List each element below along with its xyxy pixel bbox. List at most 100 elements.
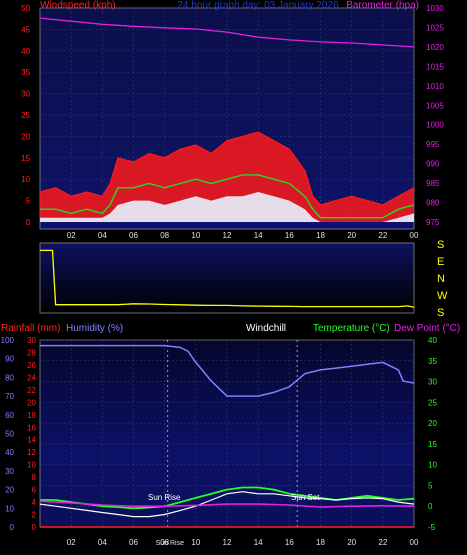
windspeed-tick-label: 25: [21, 111, 30, 120]
temperature-tick-label: 40: [428, 336, 437, 345]
direction-label: N: [437, 273, 445, 285]
windspeed-tick-label: 20: [21, 132, 30, 141]
x-tick-label: 18: [316, 231, 325, 240]
x-tick-label: 06: [129, 538, 138, 547]
rainfall-tick-label: 20: [27, 398, 36, 407]
barometer-tick-label: 1020: [426, 43, 444, 52]
x-tick-label: 04: [98, 231, 107, 240]
rainfall-tick-label: 28: [27, 348, 36, 357]
barometer-tick-label: 1010: [426, 82, 444, 91]
humidity-tick-label: 50: [5, 430, 14, 439]
temperature-tick-label: 10: [428, 461, 437, 470]
x-tick-label: 08: [160, 231, 169, 240]
windspeed-tick-label: 35: [21, 68, 30, 77]
windspeed-tick-label: 40: [21, 47, 30, 56]
barometer-axis-label: Barometer (hpa): [346, 0, 419, 11]
direction-label: S: [437, 307, 444, 319]
rainfall-tick-label: 10: [27, 461, 36, 470]
direction-label: S: [437, 239, 444, 251]
panel2-background: [39, 242, 415, 314]
windchill-axis-label: Windchill: [246, 323, 286, 334]
x-tick-label: 14: [254, 538, 263, 547]
humidity-tick-label: 30: [5, 467, 14, 476]
windspeed-tick-label: 15: [21, 154, 30, 163]
rainfall-tick-label: 6: [32, 486, 37, 495]
x-tick-label: 12: [223, 538, 232, 547]
x-tick-label: 18: [316, 538, 325, 547]
temperature-tick-label: 0: [428, 502, 433, 511]
rainfall-tick-label: 16: [27, 423, 36, 432]
barometer-tick-label: 1015: [426, 62, 444, 71]
rainfall-tick-label: 2: [32, 511, 37, 520]
rainfall-tick-label: 12: [27, 448, 36, 457]
rainfall-tick-label: 18: [27, 411, 36, 420]
x-tick-label: 10: [191, 538, 200, 547]
temperature-tick-label: 30: [428, 378, 437, 387]
humidity-tick-label: 60: [5, 411, 14, 420]
x-tick-label: 14: [254, 231, 263, 240]
humidity-tick-label: 0: [10, 523, 15, 532]
temperature-tick-label: -5: [428, 523, 436, 532]
temperature-axis-label: Temperature (°C): [313, 323, 390, 334]
barometer-tick-label: 990: [426, 160, 440, 169]
x-tick-label: 08: [160, 538, 169, 547]
humidity-tick-label: 90: [5, 355, 14, 364]
x-tick-label: 02: [67, 538, 76, 547]
temperature-tick-label: 35: [428, 357, 437, 366]
humidity-tick-label: 20: [5, 486, 14, 495]
humidity-tick-label: 10: [5, 504, 14, 513]
windspeed-tick-label: 10: [21, 175, 30, 184]
barometer-tick-label: 1025: [426, 23, 444, 32]
x-tick-label: 20: [347, 231, 356, 240]
temperature-tick-label: 5: [428, 481, 433, 490]
x-tick-label: 12: [223, 231, 232, 240]
direction-label: W: [437, 290, 448, 302]
barometer-tick-label: 985: [426, 179, 440, 188]
humidity-tick-label: 40: [5, 448, 14, 457]
temperature-tick-label: 25: [428, 398, 437, 407]
chart-title: 24 hour graph day: 03 January 2026: [177, 0, 339, 11]
dewpoint-axis-label: Dew Point (°C): [394, 323, 460, 334]
humidity-tick-label: 80: [5, 373, 14, 382]
x-tick-label: 16: [285, 231, 294, 240]
x-tick-label: 10: [191, 231, 200, 240]
windspeed-tick-label: 50: [21, 4, 30, 13]
sunrise-annotation: Sun Rise: [148, 493, 181, 502]
x-tick-label: 16: [285, 538, 294, 547]
windspeed-tick-label: 5: [26, 197, 31, 206]
barometer-tick-label: 1000: [426, 121, 444, 130]
barometer-tick-label: 1005: [426, 101, 444, 110]
rainfall-tick-label: 30: [27, 336, 36, 345]
direction-label: E: [437, 256, 444, 268]
barometer-tick-label: 980: [426, 199, 440, 208]
x-tick-label: 00: [410, 538, 419, 547]
humidity-axis-label: Humidity (%): [66, 323, 123, 334]
temperature-tick-label: 20: [428, 419, 437, 428]
weather-chart: 0510152025303540455097598098599099510001…: [1, 0, 461, 547]
sunset-annotation: Sun Set: [291, 493, 320, 502]
x-tick-label: 02: [67, 231, 76, 240]
rainfall-tick-label: 22: [27, 386, 36, 395]
rainfall-tick-label: 14: [27, 436, 36, 445]
windspeed-tick-label: 0: [26, 218, 31, 227]
humidity-tick-label: 100: [1, 336, 15, 345]
x-tick-label: 20: [347, 538, 356, 547]
temperature-tick-label: 15: [428, 440, 437, 449]
barometer-tick-label: 995: [426, 140, 440, 149]
rainfall-tick-label: 4: [32, 498, 37, 507]
barometer-tick-label: 975: [426, 218, 440, 227]
rainfall-tick-label: 24: [27, 373, 36, 382]
rainfall-axis-label: Rainfall (mm): [1, 323, 60, 334]
x-tick-label: 22: [378, 231, 387, 240]
x-tick-label: 00: [410, 231, 419, 240]
rainfall-tick-label: 26: [27, 361, 36, 370]
windspeed-axis-label: Windspeed (kph): [40, 0, 116, 11]
x-tick-label: 06: [129, 231, 138, 240]
rainfall-tick-label: 0: [32, 523, 37, 532]
windspeed-tick-label: 30: [21, 90, 30, 99]
windspeed-tick-label: 45: [21, 25, 30, 34]
x-tick-label: 22: [378, 538, 387, 547]
x-tick-label: 04: [98, 538, 107, 547]
barometer-tick-label: 1030: [426, 4, 444, 13]
rainfall-tick-label: 8: [32, 473, 37, 482]
